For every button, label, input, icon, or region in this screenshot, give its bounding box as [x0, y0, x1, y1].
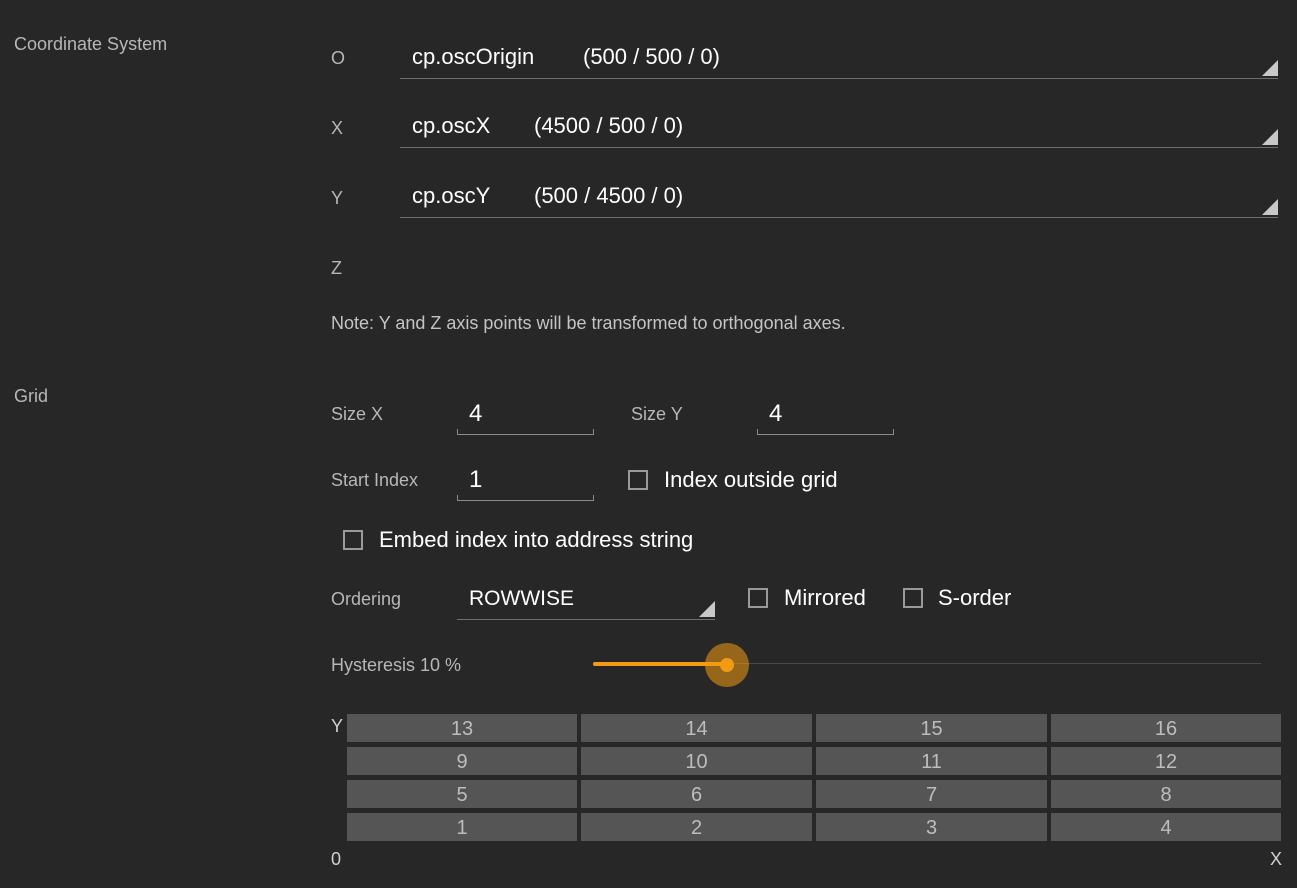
grid-cell: 8: [1051, 780, 1281, 808]
dropdown-triangle-icon: [699, 601, 715, 617]
grid-preview-y-label: Y: [331, 716, 344, 736]
embed-index-checkbox[interactable]: [343, 530, 363, 550]
grid-cell: 4: [1051, 813, 1281, 841]
y-point-name: cp.oscY: [412, 183, 491, 208]
grid-cell: 2: [581, 813, 812, 841]
coordinate-system-label: Coordinate System: [14, 34, 168, 54]
x-point-name: cp.oscX: [412, 113, 491, 138]
index-outside-grid-checkbox[interactable]: [628, 470, 648, 490]
ordering-value: ROWWISE: [469, 587, 574, 610]
grid-section-label: Grid: [14, 386, 49, 406]
size-y-label: Size Y: [631, 404, 683, 424]
grid-cell: 7: [816, 780, 1047, 808]
size-x-value: 4: [469, 400, 483, 427]
grid-cell: 14: [581, 714, 812, 742]
y-point-coords: (500 / 4500 / 0): [534, 183, 684, 208]
hysteresis-slider-handle[interactable]: [719, 658, 734, 672]
origin-point-coords: (500 / 500 / 0): [583, 44, 720, 69]
hysteresis-label: Hysteresis 10 %: [331, 655, 462, 675]
grid-cell: 10: [581, 747, 812, 775]
dropdown-triangle-icon: [1262, 60, 1278, 76]
mirrored-label: Mirrored: [784, 585, 866, 610]
start-index-label: Start Index: [331, 470, 419, 490]
s-order-label: S-order: [938, 585, 1012, 610]
grid-cell: 1: [347, 813, 577, 841]
grid-cell: 11: [816, 747, 1047, 775]
origin-point-name: cp.oscOrigin: [412, 44, 535, 69]
dropdown-triangle-icon: [1262, 199, 1278, 215]
grid-cell: 6: [581, 780, 812, 808]
axis-letter-z: Z: [331, 258, 342, 278]
ordering-label: Ordering: [331, 589, 402, 609]
axis-letter-origin: O: [331, 48, 346, 68]
grid-cell: 16: [1051, 714, 1281, 742]
index-outside-grid-label: Index outside grid: [664, 467, 838, 492]
grid-settings-panel: Coordinate System O cp.oscOrigin (500 / …: [0, 0, 1297, 888]
grid-preview-x-label: X: [1270, 849, 1283, 869]
grid-cell: 3: [816, 813, 1047, 841]
size-x-label: Size X: [331, 404, 384, 424]
size-y-input[interactable]: 4: [757, 400, 894, 435]
mirrored-checkbox[interactable]: [748, 588, 768, 608]
s-order-checkbox[interactable]: [903, 588, 923, 608]
axis-letter-y: Y: [331, 188, 344, 208]
origin-point-combo[interactable]: cp.oscOrigin (500 / 500 / 0): [400, 38, 1278, 79]
start-index-input[interactable]: 1: [457, 466, 594, 501]
grid-cell: 13: [347, 714, 577, 742]
dropdown-triangle-icon: [1262, 129, 1278, 145]
size-y-value: 4: [769, 400, 783, 427]
ordering-select[interactable]: ROWWISE: [457, 583, 715, 620]
y-point-combo[interactable]: cp.oscY (500 / 4500 / 0): [400, 177, 1278, 218]
grid-cell: 5: [347, 780, 577, 808]
axis-letter-x: X: [331, 118, 344, 138]
orthogonal-axes-note: Note: Y and Z axis points will be transf…: [331, 313, 846, 333]
size-x-input[interactable]: 4: [457, 400, 594, 435]
x-point-combo[interactable]: cp.oscX (4500 / 500 / 0): [400, 107, 1278, 148]
grid-cell: 9: [347, 747, 577, 775]
embed-index-label: Embed index into address string: [379, 527, 694, 552]
grid-preview-origin-label: 0: [331, 849, 342, 869]
start-index-value: 1: [469, 466, 483, 493]
x-point-coords: (4500 / 500 / 0): [534, 113, 684, 138]
grid-cell: 15: [816, 714, 1047, 742]
grid-cell: 12: [1051, 747, 1281, 775]
